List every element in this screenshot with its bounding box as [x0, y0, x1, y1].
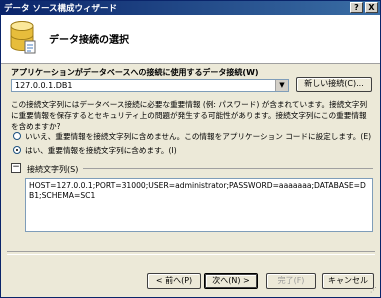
chevron-down-icon[interactable]: ▼	[275, 80, 288, 91]
window-title: データ ソース構成ウィザード	[4, 4, 118, 14]
connection-label: アプリケーションがデータベースへの接続に使用するデータ接続(W)	[11, 68, 259, 77]
back-button[interactable]: < 前へ(P)	[147, 273, 201, 289]
collapse-toggle[interactable]: −	[11, 163, 21, 173]
wizard-window: データ ソース構成ウィザード ? X データ接続の選択 アプリケーションがデータ…	[0, 0, 381, 298]
radio-yes[interactable]	[13, 146, 21, 154]
resize-grip-icon[interactable]: ⋰	[370, 286, 377, 294]
radio-yes-label[interactable]: はい、重要情報を接続文字列に含めます。(I)	[25, 145, 177, 156]
radio-no[interactable]	[13, 132, 21, 140]
connection-string-field[interactable]: HOST=127.0.0.1;PORT=31000;USER=administr…	[25, 178, 373, 232]
finish-button[interactable]: 完了(F)	[266, 273, 316, 289]
title-bar: データ ソース構成ウィザード ? X	[1, 1, 380, 15]
wizard-header: データ接続の選択	[1, 15, 380, 64]
new-connection-button[interactable]: 新しい接続(C)...	[296, 77, 372, 92]
connection-string-label: 接続文字列(S)	[27, 165, 79, 174]
cancel-button[interactable]: キャンセル	[322, 273, 374, 289]
radio-no-label[interactable]: いいえ、重要情報を接続文字列に含めません。この情報をアプリケーション コードに設…	[25, 131, 371, 142]
connection-dropdown[interactable]: 127.0.0.1.DB1 ▼	[11, 79, 289, 92]
page-title: データ接続の選択	[49, 35, 129, 46]
next-button[interactable]: 次へ(N) >	[204, 273, 258, 289]
close-button[interactable]: X	[365, 2, 378, 13]
connection-selected: 127.0.0.1.DB1	[15, 81, 73, 90]
help-button[interactable]: ?	[350, 2, 363, 13]
info-text: この接続文字列にはデータベース接続に必要な重要情報 (例: パスワード) が含ま…	[11, 100, 368, 131]
footer-separator	[7, 251, 375, 255]
divider	[83, 168, 373, 169]
database-icon	[10, 21, 36, 54]
